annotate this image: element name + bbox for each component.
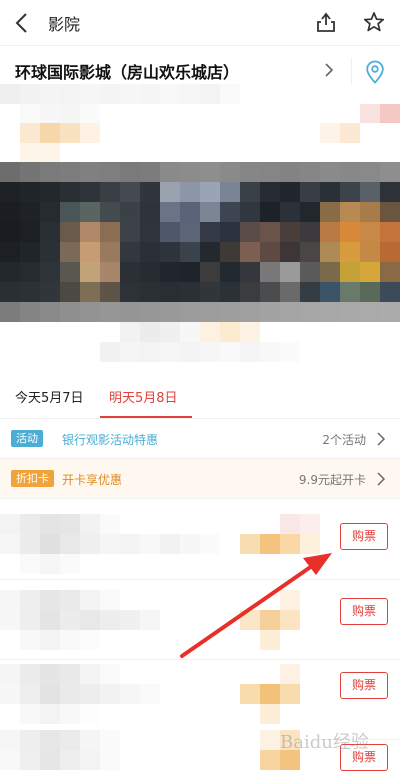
discount-card-price: 9.9元起开卡 (298, 473, 366, 487)
back-button[interactable] (6, 8, 36, 38)
buy-ticket-button[interactable]: 购票 (340, 672, 388, 699)
share-button[interactable] (312, 8, 340, 36)
star-icon (363, 12, 385, 32)
chevron-right-icon (377, 432, 386, 446)
chevron-right-icon (325, 63, 334, 77)
top-nav-bar: 影院 (0, 0, 400, 46)
favorite-button[interactable] (360, 8, 388, 36)
movie-poster-carousel[interactable] (0, 162, 400, 322)
activity-badge: 活动 (11, 430, 43, 447)
page-title: 影院 (48, 15, 81, 34)
active-tab-indicator (100, 416, 192, 418)
tab-today[interactable]: 今天5月7日 (15, 387, 84, 406)
obscured-showtime-info (0, 664, 320, 724)
location-pin-icon[interactable] (364, 60, 386, 84)
activity-text: 银行观影活动特惠 (62, 433, 159, 447)
promo-row-discount-card[interactable]: 折扣卡 开卡享优惠 9.9元起开卡 (0, 459, 400, 499)
obscured-showtime-info (0, 590, 320, 650)
showtime-row: 购票 (0, 580, 400, 660)
cinema-name: 环球国际影城（房山欢乐城店） (15, 63, 240, 82)
buy-ticket-button[interactable]: 购票 (340, 598, 388, 625)
chevron-left-icon (15, 13, 27, 33)
showtime-row: 购票 (0, 500, 400, 580)
buy-ticket-button[interactable]: 购票 (340, 523, 388, 550)
chevron-right-icon (377, 472, 386, 486)
activity-count: 2个活动 (322, 433, 366, 447)
promo-row-activity[interactable]: 活动 银行观影活动特惠 2个活动 (0, 419, 400, 459)
obscured-showtime-info (0, 514, 320, 574)
tab-tomorrow[interactable]: 明天5月8日 (109, 387, 178, 406)
discount-card-text: 开卡享优惠 (62, 473, 123, 487)
date-tabs: 今天5月7日 明天5月8日 (0, 375, 400, 419)
share-icon (317, 12, 335, 32)
obscured-showtime-info (0, 730, 320, 770)
watermark: Baidu经验 (280, 732, 369, 753)
obscured-cinema-details (0, 84, 400, 162)
discount-card-badge: 折扣卡 (11, 470, 54, 487)
obscured-movie-info (100, 322, 300, 362)
